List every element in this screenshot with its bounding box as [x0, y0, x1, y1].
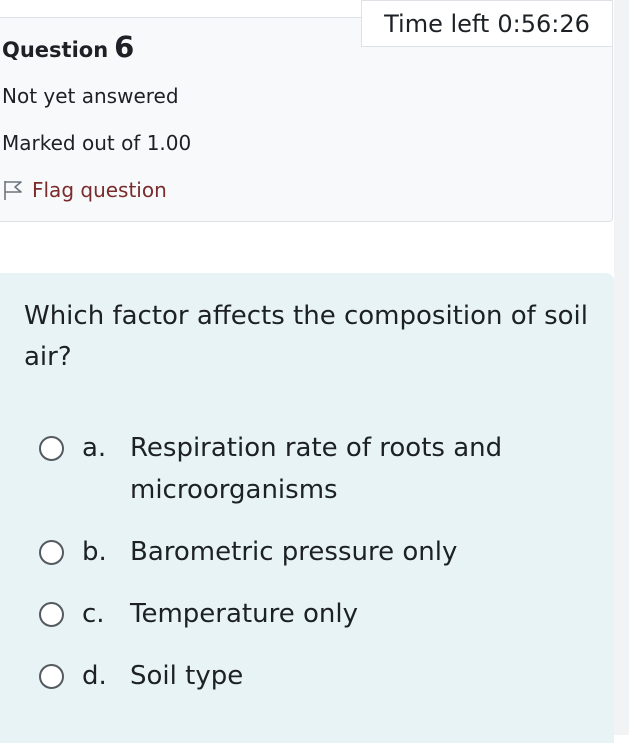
question-text: Which factor affects the composition of … — [24, 301, 588, 372]
quiz-timer: Time left 0:56:26 — [361, 0, 613, 47]
radio-button[interactable] — [39, 602, 64, 627]
question-state: Not yet answered — [2, 84, 179, 108]
question-title: Question 6 — [2, 30, 134, 64]
timer-label: Time left — [384, 9, 490, 38]
scrollbar-track[interactable] — [614, 0, 629, 735]
answer-letter: a. — [82, 433, 107, 463]
flag-question-button[interactable]: Flag question — [2, 178, 167, 202]
answer-option-b[interactable]: b. Barometric pressure only — [39, 531, 550, 573]
answer-option-c[interactable]: c. Temperature only — [39, 593, 550, 635]
answer-letter: b. — [82, 537, 107, 567]
answer-text: Temperature only — [130, 599, 358, 629]
answer-letter: c. — [82, 599, 105, 629]
answer-text: Soil type — [130, 661, 244, 691]
answer-letter: d. — [82, 661, 107, 691]
radio-button[interactable] — [39, 664, 64, 689]
question-title-label: Question — [2, 38, 109, 62]
timer-value: 0:56:26 — [497, 9, 590, 38]
flag-icon — [2, 179, 24, 201]
flag-question-label: Flag question — [32, 178, 167, 202]
answer-text: Barometric pressure only — [130, 537, 458, 567]
radio-button[interactable] — [39, 540, 64, 565]
radio-button[interactable] — [39, 436, 64, 461]
answer-text: Respiration rate of roots and microorgan… — [130, 433, 503, 505]
answer-option-a[interactable]: a. Respiration rate of roots and microor… — [39, 427, 550, 511]
question-number: 6 — [114, 30, 135, 64]
question-grade: Marked out of 1.00 — [2, 131, 192, 155]
answer-option-d[interactable]: d. Soil type — [39, 655, 550, 697]
